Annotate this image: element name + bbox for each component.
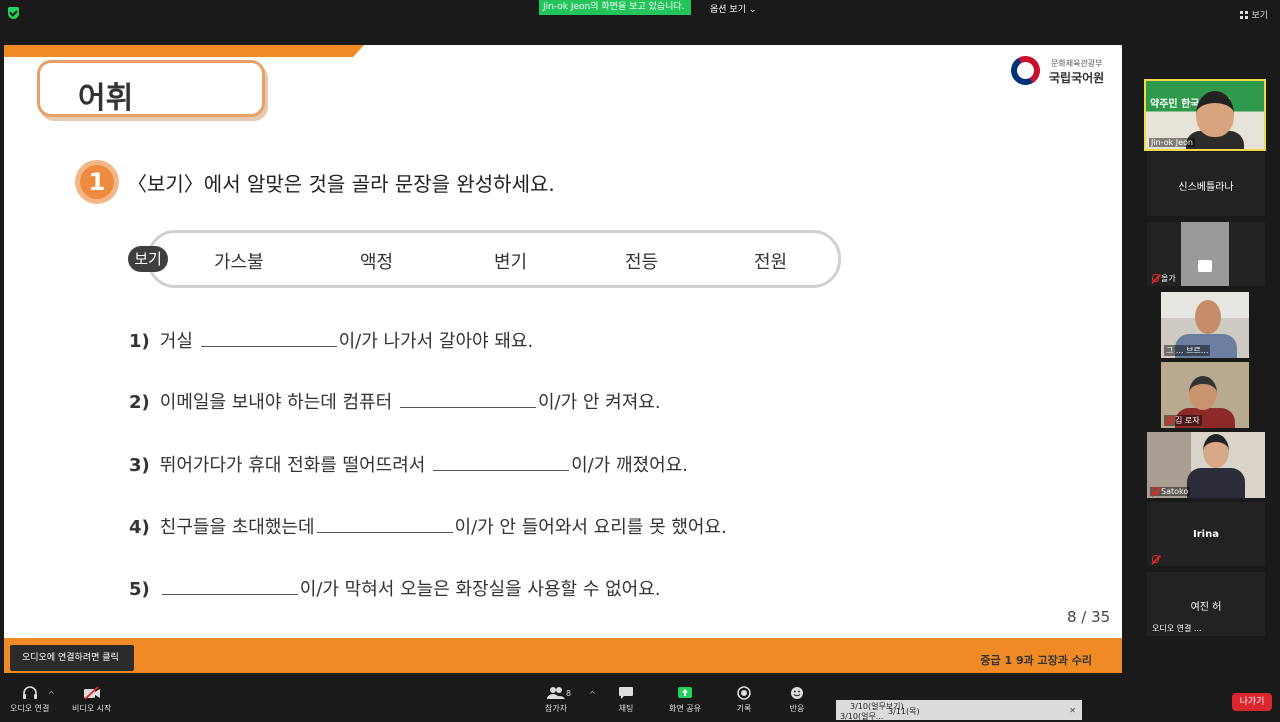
answer-blank <box>161 581 298 595</box>
record-icon <box>737 686 751 700</box>
example-word: 전원 <box>754 252 788 273</box>
nikl-logo: 문화체육관광부 국립국어원 <box>1005 50 1111 91</box>
participant-video <box>1181 222 1229 286</box>
slide-title: 어휘 <box>78 81 134 116</box>
participant-name: Irina <box>1193 529 1219 540</box>
participant-tile[interactable]: 여진 허 오디오 연결 ... <box>1147 572 1265 636</box>
audio-connecting-status: 오디오 연결 ... <box>1152 624 1202 633</box>
leave-meeting-button[interactable]: 나가기 <box>1232 693 1272 711</box>
record-button[interactable]: 기록 <box>736 686 752 714</box>
audio-connect-tooltip[interactable]: 오디오에 연결하려면 클릭 <box>10 645 134 671</box>
grid-icon <box>1240 11 1249 19</box>
participant-face <box>1189 376 1217 410</box>
start-video-button[interactable]: 비디오 시작 <box>72 686 111 714</box>
close-icon[interactable]: ✕ <box>1069 706 1076 715</box>
participants-caret-icon[interactable]: ^ <box>589 690 596 699</box>
participant-face <box>1203 434 1229 468</box>
participant-name: 여진 허 <box>1190 602 1222 613</box>
screen-share-banner: Jin-ok Jeon의 화면을 보고 있습니다. <box>539 0 691 15</box>
taegeuk-logo-icon <box>1005 50 1046 91</box>
participant-tile[interactable]: Irina <box>1147 502 1265 566</box>
exercise-sentence: 3) 뛰어가다가 휴대 전화를 떨어뜨려서 이/가 깨졌어요. <box>129 455 688 476</box>
taskbar-overlay: 3/10(얼무보기) 3/11(목) 3/10(얼무... ✕ <box>836 700 1082 722</box>
slide-footer: 중급 1 9과 고장과 수리 <box>4 638 1122 673</box>
question-number-badge: 1 <box>75 160 119 204</box>
chat-button[interactable]: 채팅 <box>618 686 634 714</box>
taskbar-tab[interactable]: 3/10(얼무... <box>840 711 883 722</box>
exercise-sentence: 4) 친구들을 초대했는데 이/가 안 들어와서 요리를 못 했어요. <box>129 517 727 538</box>
video-off-icon <box>83 686 100 700</box>
exercise-sentence: 2) 이메일을 보내야 하는데 컴퓨터 이/가 안 켜져요. <box>129 392 661 413</box>
top-bar: Jin-ok Jeon의 화면을 보고 있습니다. 옵션 보기 ⌄ 보기 <box>0 0 1280 26</box>
question-instruction: 〈보기〉에서 알맞은 것을 골라 문장을 완성하세요. <box>127 172 555 196</box>
example-word: 가스불 <box>214 252 264 273</box>
encryption-shield-icon[interactable] <box>8 7 19 19</box>
participant-name: Satoko <box>1161 487 1189 496</box>
share-screen-button[interactable]: 화면 공유 <box>669 686 701 714</box>
answer-blank <box>316 519 453 533</box>
participant-name: Jin-ok Jeon <box>1149 138 1196 147</box>
shared-screen-slide: 어휘 문화체육관광부 국립국어원 1 〈보기〉에서 알맞은 것을 골라 문장을 … <box>4 45 1122 673</box>
share-screen-icon <box>677 687 692 698</box>
participant-name: 그 ... 브르... <box>1164 345 1211 356</box>
exercise-sentence: 5) 이/가 막혀서 오늘은 화장실을 사용할 수 없어요. <box>129 579 661 600</box>
participant-face <box>1195 300 1221 334</box>
mic-muted-icon <box>1166 416 1173 424</box>
participant-tile[interactable]: 신스베틀라나 <box>1147 152 1265 216</box>
audio-options-caret-icon[interactable]: ^ <box>48 690 55 699</box>
answer-blank <box>433 457 570 471</box>
answer-blank <box>399 394 536 408</box>
mic-muted-icon <box>1152 555 1159 563</box>
participant-face <box>1196 91 1234 137</box>
example-word: 액정 <box>360 252 394 273</box>
lesson-title: 중급 1 9과 고장과 수리 <box>980 654 1092 667</box>
example-word: 변기 <box>494 252 528 273</box>
slide-top-tab <box>4 45 364 57</box>
participant-name: 김 로자 <box>1175 416 1200 425</box>
emoji-icon <box>791 687 803 699</box>
chat-icon <box>619 687 633 699</box>
slide-title-box: 어휘 <box>37 60 265 117</box>
participant-tile[interactable]: 김 로자 <box>1161 362 1249 428</box>
view-options-dropdown[interactable]: 옵션 보기 ⌄ <box>710 2 756 15</box>
participants-icon <box>547 687 566 699</box>
exercise-sentence: 1) 거실 이/가 나가서 갈아야 돼요. <box>129 331 534 352</box>
example-word: 전등 <box>625 252 659 273</box>
mic-muted-icon <box>1152 274 1159 282</box>
audio-connect-button[interactable]: 오디오 연결 <box>10 686 49 714</box>
headphone-icon <box>22 686 37 699</box>
mic-muted-icon <box>1152 487 1159 495</box>
example-label: 보기 <box>128 246 168 272</box>
participant-tile[interactable]: Satoko <box>1147 432 1265 498</box>
taskbar-tab[interactable]: 3/11(목) <box>888 706 920 717</box>
slide-page-number: 8 / 35 <box>1067 608 1111 626</box>
participant-tile[interactable]: 올가 <box>1147 222 1265 286</box>
participants-button[interactable]: 참가자 <box>545 686 567 714</box>
meeting-toolbar: 오디오 연결 ^ 비디오 시작 참가자 8 ^ 채팅 화면 공유 기록 반응 <box>0 680 1280 720</box>
reactions-button[interactable]: 반응 <box>789 686 805 714</box>
answer-blank <box>200 333 337 347</box>
participant-name: 올가 <box>1161 274 1176 283</box>
participant-count: 8 <box>566 689 572 698</box>
view-button[interactable]: 보기 <box>1240 8 1268 21</box>
active-speaker-tile[interactable]: 약주민 한국어 신청 Jin-ok Jeon <box>1144 79 1266 151</box>
participant-name: 신스베틀라나 <box>1178 182 1234 193</box>
participant-tile[interactable]: 그 ... 브르... <box>1161 292 1249 358</box>
